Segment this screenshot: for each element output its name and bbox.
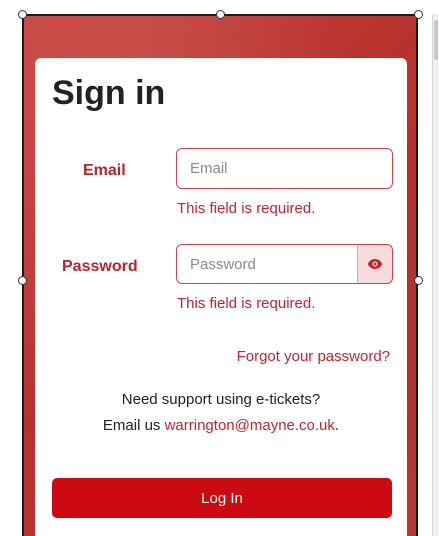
- sign-in-card: Sign in Email This field is required. Pa…: [35, 58, 407, 536]
- sign-in-modal-frame: Sign in Email This field is required. Pa…: [22, 14, 418, 536]
- email-error: This field is required.: [177, 200, 316, 217]
- forgot-password-link[interactable]: Forgot your password?: [237, 348, 390, 365]
- password-error: This field is required.: [177, 295, 316, 312]
- email-field[interactable]: [176, 148, 393, 189]
- resize-handle-top-left[interactable]: [18, 10, 27, 19]
- page-title: Sign in: [52, 74, 166, 112]
- support-suffix: .: [334, 417, 340, 434]
- support-text: Need support using e-tickets?: [121, 391, 321, 408]
- show-password-button[interactable]: [357, 244, 393, 284]
- password-field[interactable]: [176, 244, 358, 284]
- scrollbar-thumb[interactable]: [434, 20, 438, 60]
- resize-handle-top-center[interactable]: [216, 10, 225, 19]
- email-label: Email: [83, 162, 126, 179]
- support-email-link[interactable]: warrington@mayne.co.uk: [165, 417, 335, 434]
- password-label: Password: [62, 258, 138, 275]
- eye-icon: [367, 259, 383, 269]
- scrollbar[interactable]: [432, 14, 439, 536]
- resize-handle-middle-left[interactable]: [18, 276, 27, 285]
- support-prefix: Email us: [102, 417, 165, 434]
- resize-handle-middle-right[interactable]: [414, 276, 423, 285]
- support-email-line: Email us warrington@mayne.co.uk.: [35, 417, 407, 434]
- resize-handle-top-right[interactable]: [414, 10, 423, 19]
- log-in-button[interactable]: Log In: [52, 478, 392, 518]
